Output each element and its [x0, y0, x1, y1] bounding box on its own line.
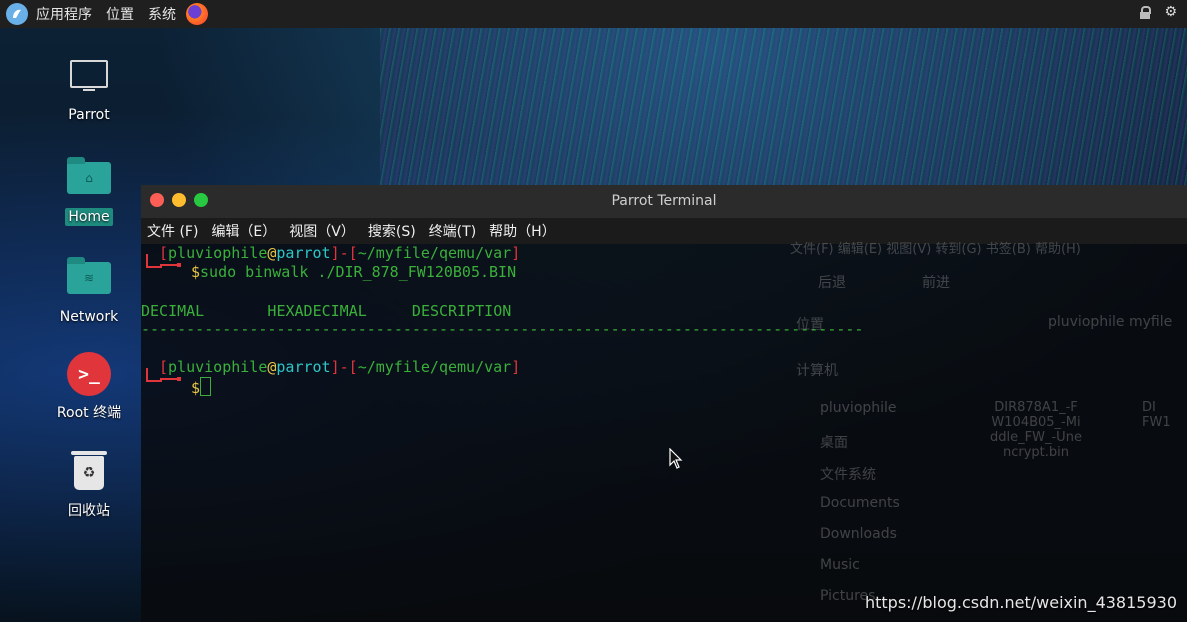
power-icon[interactable]: ⚙ — [1164, 4, 1177, 20]
fm-sidebar-item: Documents — [820, 495, 900, 511]
desktop-icon-label: Network — [59, 309, 119, 325]
fm-back: 后退 — [818, 275, 846, 291]
file-manager-behind: 文件(F) 编辑(E) 视图(V) 转到(G) 书签(B) 帮助(H) 后退 前… — [782, 242, 1187, 622]
terminal-output[interactable]: 文件(F) 编辑(E) 视图(V) 转到(G) 书签(B) 帮助(H) 后退 前… — [141, 242, 1187, 622]
menu-file[interactable]: 文件 (F) — [147, 221, 198, 241]
desktop-icon-label: Root 终端 — [56, 405, 122, 421]
trash-icon: ♻ — [71, 451, 107, 490]
terminal-titlebar[interactable]: Parrot Terminal — [141, 185, 1187, 218]
wallpaper-hair — [380, 28, 1187, 188]
fm-sidebar-item: 桌面 — [820, 435, 848, 451]
menu-help[interactable]: 帮助（H） — [489, 221, 556, 241]
prompt-corner — [177, 263, 181, 267]
menu-view[interactable]: 视图（V） — [289, 221, 355, 241]
top-panel-tray: ⚙ — [1140, 4, 1177, 20]
text-cursor — [200, 377, 212, 396]
desktop-icon-label: Parrot — [68, 107, 110, 123]
top-panel: 应用程序 位置 系统 ⚙ — [0, 0, 1187, 28]
menu-terminal[interactable]: 终端(T) — [429, 221, 476, 241]
fm-path: pluviophile myfile — [1048, 314, 1173, 330]
terminal-title: Parrot Terminal — [611, 193, 717, 209]
command-line-2[interactable]: $ — [191, 377, 212, 397]
desktop-icon-home[interactable]: ⌂ Home — [50, 156, 128, 226]
fm-menubar: 文件(F) 编辑(E) 视图(V) 转到(G) 书签(B) 帮助(H) — [790, 242, 1081, 257]
desktop-icon-label: Home — [65, 208, 113, 226]
fm-file-name-partial: DI FW1 — [1142, 400, 1171, 430]
terminal-window[interactable]: Parrot Terminal 文件 (F) 编辑（E） 视图（V） 搜索(S)… — [141, 185, 1187, 622]
fm-forward: 前进 — [922, 275, 950, 291]
mouse-pointer-icon — [669, 448, 683, 469]
desktop-icon-label: 回收站 — [68, 503, 110, 519]
prompt-corner — [177, 377, 181, 381]
desktop-icon-trash[interactable]: ♻ 回收站 — [50, 451, 128, 520]
home-folder-icon: ⌂ — [67, 157, 111, 194]
command-line-1: $sudo binwalk ./DIR_878_FW120B05.BIN — [191, 263, 517, 281]
root-terminal-icon: >_ — [67, 352, 111, 396]
menu-search[interactable]: 搜索(S) — [368, 221, 416, 241]
prompt-line-2: [pluviophile@parrot]-[~/myfile/qemu/var] — [159, 358, 521, 376]
firefox-icon[interactable] — [186, 3, 208, 25]
computer-icon — [70, 60, 108, 91]
parrot-menu-icon[interactable] — [6, 3, 28, 25]
fm-sidebar-item: Downloads — [820, 526, 897, 542]
desktop-icon-network[interactable]: ≋ Network — [50, 256, 128, 325]
menu-edit[interactable]: 编辑（E） — [211, 221, 276, 241]
menu-applications[interactable]: 应用程序 — [36, 4, 92, 24]
desktop-icon-root-terminal[interactable]: >_ Root 终端 — [50, 352, 128, 422]
fm-file-name: DIR878A1_-FW104B05_-Middle_FW_-Unencrypt… — [990, 400, 1082, 460]
fm-sidebar-item: pluviophile — [820, 400, 897, 416]
fm-sidebar-item: Music — [820, 557, 860, 573]
prompt-line-1: [pluviophile@parrot]-[~/myfile/qemu/var] — [159, 244, 521, 262]
watermark: https://blog.csdn.net/weixin_43815930 — [864, 593, 1177, 612]
desktop-icon-parrot[interactable]: Parrot — [50, 56, 128, 123]
fm-computer: 计算机 — [796, 363, 838, 379]
fm-sidebar-item: 文件系统 — [820, 467, 876, 483]
lock-icon[interactable] — [1140, 6, 1152, 19]
menu-system[interactable]: 系统 — [148, 4, 176, 24]
binwalk-table-header: DECIMAL HEXADECIMAL DESCRIPTION — [141, 302, 512, 320]
menu-places[interactable]: 位置 — [106, 4, 134, 24]
binwalk-dash-line: ----------------------------------------… — [141, 320, 864, 338]
network-folder-icon: ≋ — [67, 257, 111, 294]
